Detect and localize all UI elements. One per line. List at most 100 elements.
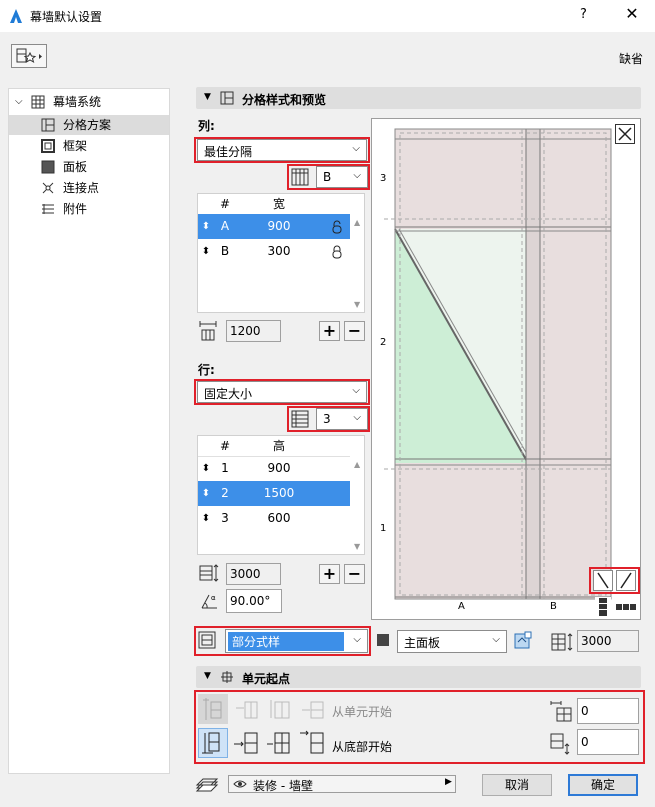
dropdown-value: B bbox=[323, 170, 332, 184]
row-pattern-dropdown[interactable]: 固定大小 ⌵ bbox=[197, 381, 367, 403]
height-icon bbox=[551, 633, 573, 651]
accessory-icon bbox=[42, 204, 54, 214]
origin-bottom-option-2[interactable] bbox=[232, 728, 262, 758]
panel-pattern-dropdown[interactable]: 部分式样 ⌵ bbox=[225, 629, 368, 653]
tree-item-scheme[interactable]: 分格方案 bbox=[9, 115, 169, 135]
unlock-icon[interactable] bbox=[331, 220, 343, 234]
tree-item-accessory[interactable]: 附件 bbox=[9, 199, 169, 219]
origin-bottom-option-1[interactable] bbox=[198, 728, 228, 758]
panel-settings-button[interactable] bbox=[512, 630, 534, 652]
drag-handle-icon[interactable]: ⬍ bbox=[200, 481, 212, 506]
origin-cell-icon bbox=[236, 701, 258, 719]
close-button[interactable]: ✕ bbox=[622, 4, 642, 23]
scroll-up-icon[interactable]: ▲ bbox=[354, 460, 360, 469]
row-value[interactable]: 900 bbox=[238, 456, 320, 481]
origin-cell-option-2[interactable] bbox=[232, 694, 262, 724]
drag-handle-icon[interactable]: ⬍ bbox=[200, 214, 212, 239]
help-button[interactable]: ? bbox=[580, 7, 587, 22]
drag-handle-icon[interactable]: ⬍ bbox=[200, 239, 212, 264]
from-cell-label: 从单元开始 bbox=[332, 705, 393, 719]
tree-item-panel[interactable]: 面板 bbox=[9, 157, 169, 177]
favorites-icon bbox=[16, 48, 42, 64]
favorites-button[interactable] bbox=[11, 44, 47, 68]
from-bottom-field[interactable]: 0 bbox=[577, 729, 639, 755]
row-value[interactable]: 300 bbox=[238, 239, 320, 264]
width-total-icon bbox=[199, 321, 217, 341]
dropdown-value: 固定大小 bbox=[204, 387, 253, 401]
collapse-arrow-icon[interactable]: ▼ bbox=[204, 92, 211, 102]
row-grid-icon bbox=[291, 410, 309, 428]
tree-item-frame[interactable]: 框架 bbox=[9, 136, 169, 156]
row-value[interactable]: 600 bbox=[238, 506, 320, 531]
origin-cell-option-4[interactable] bbox=[298, 694, 328, 724]
row-label: 2 bbox=[380, 337, 387, 348]
panel-type-dropdown[interactable]: 主面板 ⌵ bbox=[397, 630, 507, 653]
remove-column-button[interactable]: − bbox=[344, 321, 365, 341]
row-id: 2 bbox=[221, 486, 229, 500]
origin-bottom-icon bbox=[202, 732, 220, 754]
diagonal-right-button[interactable] bbox=[616, 570, 636, 591]
origin-bottom-icon bbox=[267, 732, 290, 754]
origin-cell-option-1[interactable] bbox=[198, 694, 228, 724]
diagonal-slash-icon bbox=[620, 572, 632, 589]
scroll-up-icon[interactable]: ▲ bbox=[354, 218, 360, 227]
close-preview-button[interactable] bbox=[615, 124, 635, 144]
drag-handle-icon[interactable]: ⬍ bbox=[200, 506, 212, 531]
drag-handle-icon[interactable]: ⬍ bbox=[200, 456, 212, 481]
angle-field[interactable]: 90.00° bbox=[226, 589, 282, 613]
collapse-arrow-icon[interactable]: ▼ bbox=[204, 671, 211, 681]
table-row[interactable]: ⬍ A 900 bbox=[198, 214, 350, 239]
diagonal-left-button[interactable] bbox=[593, 570, 613, 591]
vertical-tiles-icon bbox=[599, 598, 607, 616]
origin-bottom-option-3[interactable] bbox=[265, 728, 295, 758]
column-total-field: 1200 bbox=[226, 320, 281, 342]
origin-bottom-option-4[interactable] bbox=[298, 728, 328, 758]
cancel-button[interactable]: 取消 bbox=[482, 774, 552, 796]
row-total-field: 3000 bbox=[226, 563, 281, 585]
view-vertical-button[interactable] bbox=[595, 597, 611, 617]
scroll-down-icon[interactable]: ▼ bbox=[354, 542, 360, 551]
row-selector-dropdown[interactable]: 3 ⌵ bbox=[316, 408, 368, 430]
origin-bottom-icon bbox=[234, 732, 258, 754]
scheme-preview[interactable]: 3 2 1 A B bbox=[371, 118, 641, 620]
chevron-down-icon[interactable]: ⌵ bbox=[15, 92, 23, 112]
row-value[interactable]: 900 bbox=[238, 214, 320, 239]
lock-icon[interactable] bbox=[331, 245, 343, 259]
from-cell-field[interactable]: 0 bbox=[577, 698, 639, 724]
panel-square-icon bbox=[377, 634, 389, 646]
origin-cell-option-3[interactable] bbox=[265, 694, 295, 724]
grid-icon bbox=[31, 95, 45, 109]
row-value[interactable]: 1500 bbox=[238, 481, 320, 506]
tree-item-junction[interactable]: 连接点 bbox=[9, 178, 169, 198]
scheme-section-header[interactable]: ▼ 分格样式和预览 bbox=[196, 87, 641, 109]
from-bottom-label: 从底部开始 bbox=[332, 740, 393, 754]
column-header: # bbox=[219, 197, 231, 211]
add-column-button[interactable]: + bbox=[319, 321, 340, 341]
window-title: 幕墙默认设置 bbox=[30, 10, 103, 24]
scroll-down-icon[interactable]: ▼ bbox=[354, 300, 360, 309]
add-row-button[interactable]: + bbox=[319, 564, 340, 584]
table-row[interactable]: ⬍ 1 900 bbox=[198, 456, 350, 481]
chevron-down-icon: ⌵ bbox=[353, 412, 361, 423]
origin-section-header[interactable]: ▼ 单元起点 bbox=[196, 666, 641, 688]
origin-cell-icon bbox=[270, 700, 290, 719]
table-row[interactable]: ⬍ 2 1500 bbox=[198, 481, 350, 506]
column-label: A bbox=[458, 601, 465, 612]
height-total-icon bbox=[199, 564, 219, 582]
tree-root-label: 幕墙系统 bbox=[53, 95, 102, 109]
tree-item-curtain-wall-system[interactable]: ⌵ 幕墙系统 bbox=[9, 92, 169, 112]
chevron-down-icon: ⌵ bbox=[353, 170, 361, 181]
column-pattern-dropdown[interactable]: 最佳分隔 ⌵ bbox=[197, 139, 367, 161]
from-bottom-icon bbox=[550, 733, 570, 755]
layer-selector[interactable]: 装修 - 墙壁 ▶ bbox=[228, 775, 456, 793]
origin-bottom-icon bbox=[300, 730, 324, 754]
view-horizontal-button[interactable] bbox=[615, 597, 637, 617]
ok-button[interactable]: 确定 bbox=[568, 774, 638, 796]
table-row[interactable]: ⬍ B 300 bbox=[198, 239, 350, 264]
rows-table: # 高 ⬍ 1 900 ⬍ 2 1500 ⬍ 3 600 ▲ ▼ bbox=[197, 435, 365, 555]
column-selector-dropdown[interactable]: B ⌵ bbox=[316, 166, 368, 188]
remove-row-button[interactable]: − bbox=[344, 564, 365, 584]
table-row[interactable]: ⬍ 3 600 bbox=[198, 506, 350, 531]
row-id: 3 bbox=[221, 511, 229, 525]
column-header: # bbox=[219, 439, 231, 453]
